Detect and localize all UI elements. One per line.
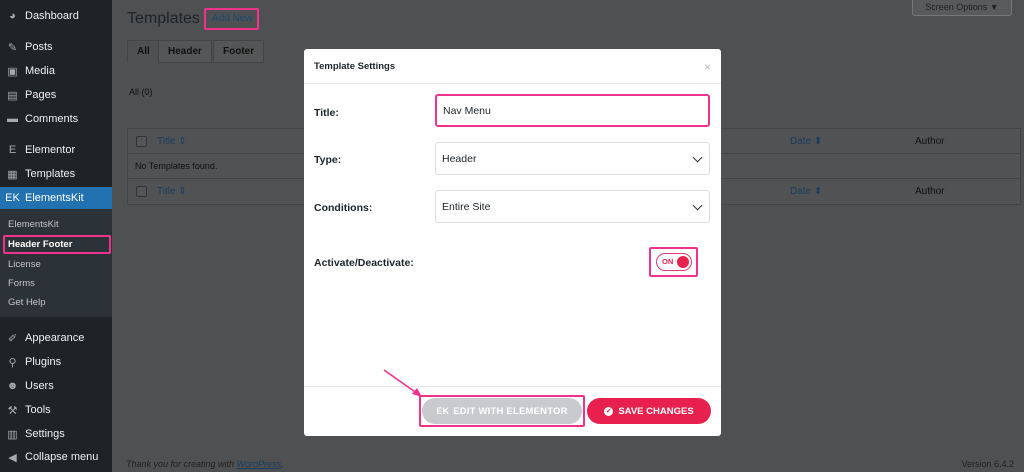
tab-footer[interactable]: Footer <box>213 40 265 63</box>
elementskit-icon: EK <box>436 406 450 416</box>
sidebar-item-label: Templates <box>25 168 76 180</box>
plugin-icon: ⚲ <box>8 356 17 369</box>
submenu-get-help[interactable]: Get Help <box>0 293 112 311</box>
sidebar-item-appearance[interactable]: ✐ Appearance <box>0 327 112 349</box>
sidebar-item-label: Pages <box>25 89 57 101</box>
empty-message: No Templates found. <box>135 161 218 171</box>
sidebar-item-label: Elementor <box>25 144 76 156</box>
pin-icon: ✎ <box>7 41 18 54</box>
sidebar-item-label: Media <box>25 65 55 77</box>
media-icon: ▣ <box>7 65 18 78</box>
title-label: Title: <box>314 107 339 119</box>
conditions-select-value: Entire Site <box>442 200 491 213</box>
sidebar-item-dashboard[interactable]: ◕ Dashboard <box>0 5 112 27</box>
elementskit-icon: EK <box>5 192 20 204</box>
sidebar-item-label: Tools <box>25 404 51 416</box>
footer-thanks: Thank you for creating with WordPress. <box>126 459 284 469</box>
brush-icon: ✐ <box>7 332 18 345</box>
save-changes-button[interactable]: ✓ SAVE CHANGES <box>587 398 711 424</box>
wordpress-link[interactable]: WordPress <box>237 459 282 469</box>
sidebar-item-label: Posts <box>25 41 53 53</box>
comments-icon: ▬ <box>7 113 18 125</box>
sidebar-item-tools[interactable]: ⚒ Tools <box>0 399 112 421</box>
sidebar-item-media[interactable]: ▣ Media <box>0 60 112 82</box>
wrench-icon: ⚒ <box>7 404 18 417</box>
tab-all[interactable]: All <box>127 40 160 63</box>
sidebar-item-label: Appearance <box>25 332 85 344</box>
screen-options-button[interactable]: Screen Options ▼ <box>912 0 1012 16</box>
sidebar-item-plugins[interactable]: ⚲ Plugins <box>0 351 112 373</box>
sidebar-item-label: ElementsKit <box>25 192 84 204</box>
sidebar-collapse-menu[interactable]: ◀ Collapse menu <box>0 446 112 468</box>
admin-sidebar: ◕ Dashboard ✎ Posts ▣ Media ▤ Pages ▬ Comment… <box>0 0 112 472</box>
select-all-checkbox-footer[interactable] <box>136 186 147 197</box>
filter-all-count[interactable]: All (0) <box>129 87 153 97</box>
submenu-license[interactable]: License <box>0 255 112 273</box>
sidebar-item-elementskit[interactable]: EK ElementsKit <box>0 187 112 209</box>
sidebar-item-label: Users <box>25 380 54 392</box>
submenu-forms[interactable]: Forms <box>0 274 112 292</box>
sidebar-item-templates[interactable]: ▦ Templates <box>0 163 112 185</box>
conditions-select[interactable]: Entire Site <box>435 190 710 223</box>
footer-thanks-text: Thank you for creating with <box>126 459 235 469</box>
chevron-down-icon <box>692 152 703 163</box>
toggle-knob <box>677 256 689 268</box>
submenu-elementskit[interactable]: ElementsKit <box>0 215 112 233</box>
elementskit-submenu: ElementsKit Header Footer License Forms … <box>0 209 112 317</box>
submenu-header-footer[interactable]: Header Footer <box>0 235 112 253</box>
activate-label: Activate/Deactivate: <box>314 257 414 269</box>
footer-suffix: . <box>281 459 284 469</box>
edit-button-label: EDIT WITH ELEMENTOR <box>453 405 568 417</box>
conditions-label: Conditions: <box>314 202 373 214</box>
column-date-footer[interactable]: Date ⬍ <box>790 186 822 197</box>
title-input-value: Nav Menu <box>443 104 491 117</box>
column-title[interactable]: Title ⇕ <box>157 136 187 147</box>
column-author: Author <box>915 136 945 147</box>
column-date[interactable]: Date ⬍ <box>790 136 822 147</box>
sidebar-item-label: Settings <box>25 428 65 440</box>
elementor-icon: E <box>8 144 17 156</box>
column-title-footer[interactable]: Title ⇕ <box>157 186 187 197</box>
tab-header[interactable]: Header <box>158 40 212 63</box>
collapse-icon: ◀ <box>8 451 17 464</box>
column-author-footer: Author <box>915 186 945 197</box>
sidebar-item-label: Collapse menu <box>25 451 99 463</box>
activate-toggle[interactable]: ON <box>656 253 692 271</box>
templates-icon: ▦ <box>7 168 18 181</box>
sidebar-item-posts[interactable]: ✎ Posts <box>0 36 112 58</box>
sidebar-item-label: Plugins <box>25 356 62 368</box>
footer-version: Version 6.4.2 <box>961 459 1014 469</box>
sidebar-item-elementor[interactable]: E Elementor <box>0 139 112 161</box>
type-select-value: Header <box>442 152 477 165</box>
select-all-checkbox[interactable] <box>136 136 147 147</box>
sidebar-item-label: Dashboard <box>25 10 79 22</box>
modal-footer: EK EDIT WITH ELEMENTOR ✓ SAVE CHANGES <box>304 386 721 436</box>
template-settings-modal: Template Settings × Title: Nav Menu Type… <box>304 49 721 436</box>
user-icon: ☻ <box>6 380 19 392</box>
sidebar-item-label: Comments <box>25 113 79 125</box>
type-select[interactable]: Header <box>435 142 710 175</box>
sidebar-item-users[interactable]: ☻ Users <box>0 375 112 397</box>
close-icon[interactable]: × <box>704 60 711 74</box>
save-button-label: SAVE CHANGES <box>618 405 694 417</box>
pages-icon: ▤ <box>7 89 18 102</box>
sidebar-item-settings[interactable]: ▥ Settings <box>0 423 112 445</box>
settings-icon: ▥ <box>7 428 18 441</box>
dashboard-icon: ◕ <box>9 10 16 22</box>
add-new-button[interactable]: Add New <box>212 13 253 24</box>
check-circle-icon: ✓ <box>604 406 614 416</box>
sidebar-item-pages[interactable]: ▤ Pages <box>0 84 112 106</box>
toggle-state-label: ON <box>662 257 674 266</box>
chevron-down-icon <box>692 200 703 211</box>
type-label: Type: <box>314 154 342 166</box>
sidebar-item-comments[interactable]: ▬ Comments <box>0 108 112 130</box>
annotation-arrow-icon <box>383 369 422 397</box>
page-title: Templates <box>127 10 200 27</box>
edit-with-elementor-button[interactable]: EK EDIT WITH ELEMENTOR <box>422 398 582 424</box>
title-input[interactable]: Nav Menu <box>435 94 710 127</box>
modal-title: Template Settings <box>304 49 721 84</box>
